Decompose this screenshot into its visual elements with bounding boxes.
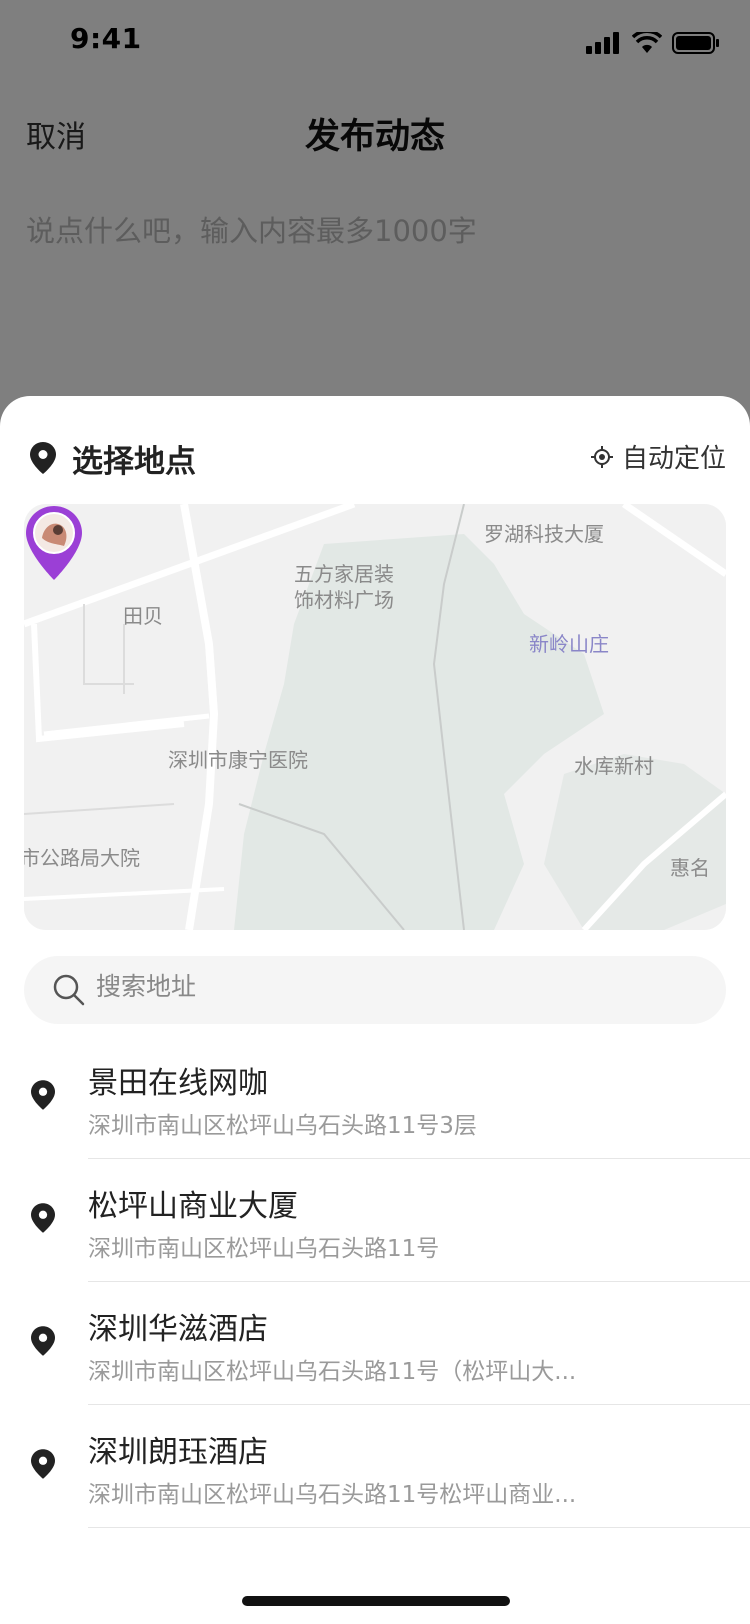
location-pin-icon (31, 1080, 55, 1110)
auto-locate-label: 自动定位 (621, 444, 726, 474)
map-view[interactable]: 罗湖科技大厦 五方家居装 饰材料广场 田贝 新岭山庄 深圳市康宁医院 水库新村 … (24, 504, 726, 930)
map-label: 田贝 (123, 604, 163, 628)
list-item[interactable]: 深圳朗珏酒店 深圳市南山区松坪山乌石头路11号松坪山商业... (0, 1405, 750, 1528)
map-label: 市公路局大院 (24, 846, 140, 870)
sheet-title: 选择地点 (72, 444, 196, 480)
avatar-location-marker[interactable] (24, 504, 84, 582)
place-address: 深圳市南山区松坪山乌石头路11号3层 (88, 1113, 477, 1139)
map-label: 深圳市康宁医院 (168, 748, 308, 772)
location-pin-icon (31, 1203, 55, 1233)
place-name: 深圳华滋酒店 (88, 1312, 268, 1347)
place-address: 深圳市南山区松坪山乌石头路11号（松坪山大... (88, 1359, 577, 1385)
location-picker-sheet: 选择地点 自动定位 罗湖科技大厦 五方家居装 饰材料广场 田贝 新岭山庄 深圳市… (0, 396, 750, 1624)
location-pin-icon (31, 1449, 55, 1479)
map-label: 饰材料广场 (294, 588, 394, 612)
sheet-header: 选择地点 自动定位 (0, 396, 750, 506)
location-pin-icon (30, 442, 56, 474)
home-indicator[interactable] (242, 1596, 510, 1606)
search-input[interactable] (96, 972, 696, 1001)
search-icon (53, 974, 85, 1006)
place-address: 深圳市南山区松坪山乌石头路11号松坪山商业... (88, 1482, 577, 1508)
list-item[interactable]: 深圳华滋酒店 深圳市南山区松坪山乌石头路11号（松坪山大... (0, 1282, 750, 1405)
places-list: 景田在线网咖 深圳市南山区松坪山乌石头路11号3层 松坪山商业大厦 深圳市南山区… (0, 1036, 750, 1528)
map-label: 五方家居装 (294, 562, 394, 586)
divider (88, 1527, 750, 1528)
place-address: 深圳市南山区松坪山乌石头路11号 (88, 1236, 440, 1262)
map-label: 水库新村 (574, 754, 654, 778)
search-bar[interactable] (24, 956, 726, 1024)
auto-locate-button[interactable]: 自动定位 (590, 438, 726, 475)
list-item[interactable]: 景田在线网咖 深圳市南山区松坪山乌石头路11号3层 (0, 1036, 750, 1159)
map-label: 惠名 (670, 856, 710, 880)
map-label: 新岭山庄 (529, 632, 609, 656)
location-pin-icon (31, 1326, 55, 1356)
place-name: 深圳朗珏酒店 (88, 1435, 268, 1470)
place-name: 景田在线网咖 (88, 1066, 268, 1101)
crosshair-icon (590, 445, 613, 468)
map-label: 罗湖科技大厦 (484, 522, 604, 546)
list-item[interactable]: 松坪山商业大厦 深圳市南山区松坪山乌石头路11号 (0, 1159, 750, 1282)
place-name: 松坪山商业大厦 (88, 1189, 298, 1224)
